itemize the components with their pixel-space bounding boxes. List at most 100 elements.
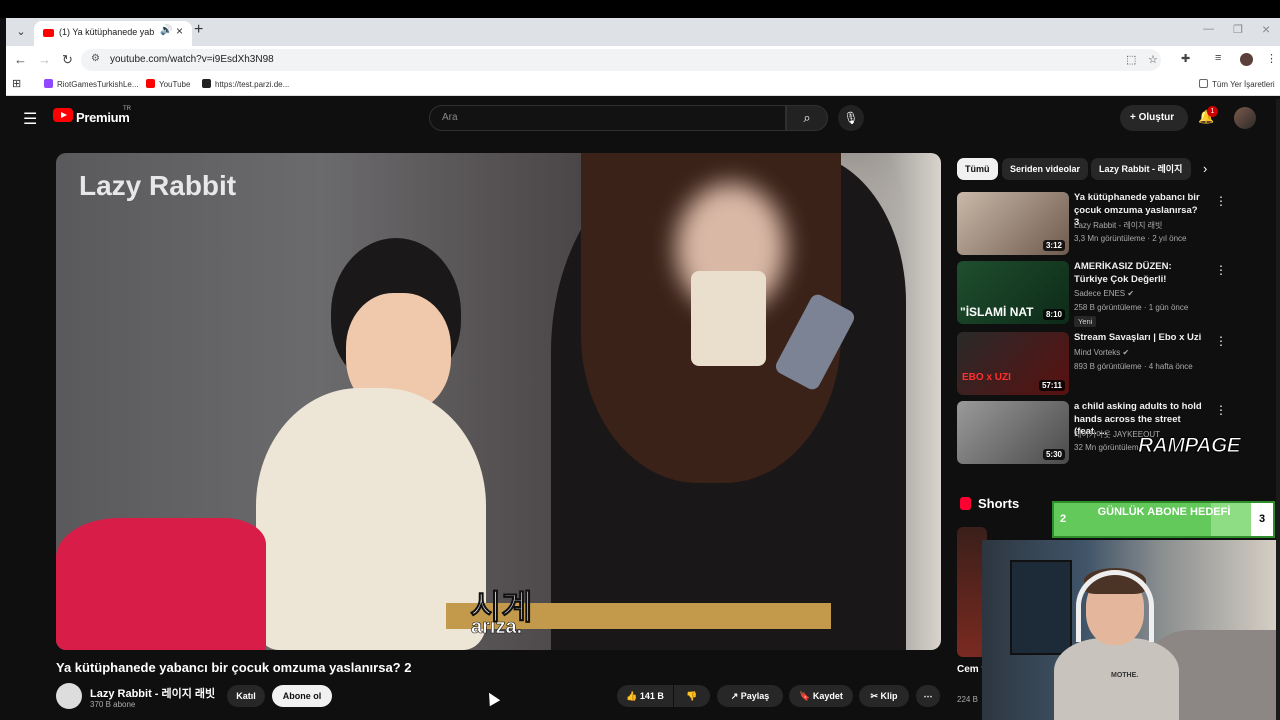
dislike-button[interactable]: 👎 [674,685,710,707]
more-vertical-icon[interactable]: ⋮ [1215,403,1227,417]
reload-icon[interactable]: ↻ [62,52,73,68]
site-icon [202,79,211,88]
apps-icon[interactable]: ⊞ [12,77,21,90]
channel-avatar[interactable] [56,683,82,709]
more-vertical-icon[interactable]: ⋮ [1215,263,1227,277]
bookmark-star-icon[interactable]: ☆ [1148,53,1158,66]
subscribe-button[interactable]: Abone ol [272,685,332,707]
media-icon[interactable]: ≡ [1215,52,1221,64]
thumbs-down-icon: 👎 [686,691,698,701]
recommendation-thumbnail[interactable]: 3:12 [957,192,1069,255]
tab-title: (1) Ya kütüphanede yabancı [59,27,154,37]
country-code: TR [123,106,131,112]
recommendation-item[interactable]: 3:12 Ya kütüphanede yabancı bir çocuk om… [957,192,1227,256]
back-icon[interactable]: ← [14,52,27,67]
chip-channel[interactable]: Lazy Rabbit - 레이지 [1091,158,1191,180]
microphone-icon: 🎙 [843,111,859,125]
twitch-icon [44,79,53,88]
bookmark-parzi[interactable]: https://test.parzi.de... [202,79,289,89]
recommendation-meta: 3,3 Mn görüntüleme · 2 yıl önce [1074,234,1187,243]
recommendation-meta: 893 B görüntüleme · 4 hafta önce [1074,362,1193,371]
tab-bar: ⌄ (1) Ya kütüphanede yabancı 🔊 × + — ❐ × [6,18,1280,46]
verified-icon: ✔ [1122,348,1130,357]
thumbnail-caption: EBO x UZI [962,372,1011,383]
recommendation-thumbnail[interactable]: EBO x UZI 57:11 [957,332,1069,395]
bookmark-riotgames[interactable]: RiotGamesTurkishLe... [44,79,139,89]
video-frame-cup [691,271,766,366]
duration-badge: 57:11 [1038,380,1065,391]
like-button[interactable]: 👍 141 B [617,685,673,707]
youtube-header: ☰ Premium TR Ara ⌕ 🎙 + Oluştur 🔔 1 [6,97,1280,139]
share-button[interactable]: ↗ Paylaş [717,685,783,707]
goal-title: GÜNLÜK ABONE HEDEFİ [1097,506,1231,518]
new-tab-button[interactable]: + [194,21,203,39]
install-icon[interactable]: ⬚ [1126,53,1136,66]
headset-icon [1076,570,1154,642]
url-text: youtube.com/watch?v=i9EsdXh3N98 [110,54,274,65]
recommendation-thumbnail[interactable]: "İSLAMİ NAT 8:10 [957,261,1069,324]
bookmark-icon: 🔖 [799,691,813,701]
chip-series[interactable]: Seriden videolar [1002,158,1089,180]
subscriber-goal-widget: 2 GÜNLÜK ABONE HEDEFİ 3 [1052,501,1275,538]
short-meta: 224 B [957,695,978,704]
more-icon: ⋯ [923,691,933,701]
duration-badge: 8:10 [1042,309,1065,320]
brand-label[interactable]: Premium [76,110,130,125]
new-badge: Yeni [1074,316,1097,327]
profile-avatar[interactable] [1240,53,1253,66]
close-window-button[interactable]: × [1262,21,1270,37]
save-button[interactable]: 🔖 Kaydet [789,685,853,707]
chevron-right-icon[interactable]: › [1203,161,1207,176]
search-input[interactable]: Ara [429,105,786,131]
webcam-overlay: MOTHE. [982,540,1280,720]
duration-badge: 3:12 [1042,240,1065,251]
video-player[interactable]: Lazy Rabbit 시계 arıza. [56,153,941,650]
address-bar[interactable]: ⚙ youtube.com/watch?v=i9EsdXh3N98 ⬚ ☆ [81,49,1161,71]
page-scrollbar[interactable] [1276,99,1280,720]
recommendation-meta: 258 B görüntüleme · 1 gün önce [1074,303,1189,312]
user-avatar[interactable] [1234,107,1256,129]
all-bookmarks[interactable]: Tüm Yer İşaretleri [1199,79,1275,89]
channel-name[interactable]: Lazy Rabbit - 레이지 래빗 [90,685,215,701]
recommendation-item[interactable]: "İSLAMİ NAT 8:10 AMERİKASIZ DÜZEN: Türki… [957,261,1227,327]
tab-active[interactable]: (1) Ya kütüphanede yabancı 🔊 × [34,21,192,46]
hamburger-menu-icon[interactable]: ☰ [23,109,37,129]
recommendation-thumbnail[interactable]: 5:30 [957,401,1069,464]
youtube-logo-icon[interactable] [53,108,73,122]
recommendation-channel[interactable]: Sadece ENES ✔ [1074,289,1134,298]
tab-search-button[interactable]: ⌄ [12,23,30,41]
webcam-monitor [1010,560,1072,655]
rampage-overlay-logo: RAMPAGE [1137,434,1241,458]
recommendation-title[interactable]: Stream Savaşları | Ebo x Uzi [1074,332,1202,345]
recommendation-channel[interactable]: Mind Vorteks ✔ [1074,348,1129,357]
subtitle-turkish: arıza. [471,616,523,639]
maximize-button[interactable]: ❐ [1233,23,1243,36]
bookmark-youtube[interactable]: YouTube [146,79,190,89]
recommendation-channel[interactable]: Lazy Rabbit - 레이지 래빗 [1074,220,1162,231]
chip-all[interactable]: Tümü [957,158,998,180]
voice-search-button[interactable]: 🎙 [838,105,864,131]
scissors-icon: ✂ [870,691,881,701]
mouse-cursor-icon [483,689,501,707]
join-button[interactable]: Katıl [227,685,265,707]
create-button[interactable]: + Oluştur [1120,105,1188,131]
search-placeholder: Ara [442,112,458,123]
speaker-icon[interactable]: 🔊 [160,25,172,36]
recommendation-item[interactable]: EBO x UZI 57:11 Stream Savaşları | Ebo x… [957,332,1227,396]
tab-close-icon[interactable]: × [176,24,183,38]
more-vertical-icon[interactable]: ⋮ [1215,334,1227,348]
recommendation-title[interactable]: AMERİKASIZ DÜZEN: Türkiye Çok Değerli! [1074,261,1202,286]
clip-button[interactable]: ✂ Klip [859,685,909,707]
site-info-icon[interactable]: ⚙ [91,53,100,64]
goal-target: 3 [1251,503,1273,536]
forward-icon[interactable]: → [38,52,51,67]
minimize-button[interactable]: — [1203,23,1214,35]
more-vertical-icon[interactable]: ⋮ [1215,194,1227,208]
more-actions-button[interactable]: ⋯ [916,685,940,707]
menu-icon[interactable]: ⋮ [1266,52,1277,65]
extensions-icon[interactable]: ✚ [1181,52,1190,65]
thumbs-up-icon: 👍 [626,691,640,701]
window-top-bar [0,0,1280,18]
video-watermark: Lazy Rabbit [79,170,237,201]
search-button[interactable]: ⌕ [786,105,828,131]
